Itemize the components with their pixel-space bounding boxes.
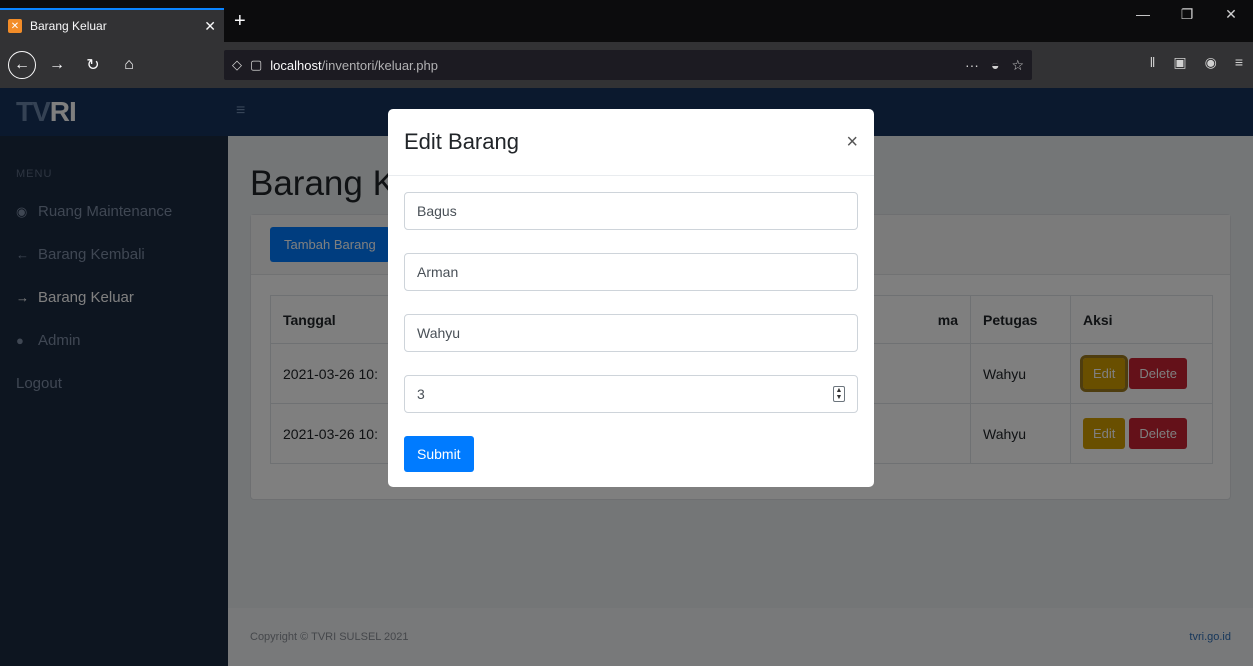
toolbar-right: ‖ ▣ ◉ ≡ — [1150, 54, 1243, 71]
close-icon[interactable]: × — [846, 131, 858, 154]
menu-icon[interactable]: ≡ — [1235, 54, 1243, 71]
page-actions-icon[interactable]: ··· — [965, 57, 979, 74]
url-host: localhost — [270, 57, 322, 73]
window-controls: — ❐ ✕ — [1121, 6, 1253, 23]
reload-icon[interactable]: ↻ — [78, 50, 108, 80]
modal-header: Edit Barang × — [388, 109, 874, 176]
close-tab-icon[interactable]: ✕ — [204, 18, 216, 35]
close-window-icon[interactable]: ✕ — [1209, 6, 1253, 23]
nama-input[interactable]: Bagus — [404, 192, 858, 230]
tab-title: Barang Keluar — [30, 19, 107, 33]
account-icon[interactable]: ◉ — [1205, 54, 1217, 71]
library-icon[interactable]: ‖ — [1150, 54, 1156, 71]
edit-modal: Edit Barang × Bagus Arman Wahyu 3 ▲ ▼ Sub… — [388, 109, 874, 487]
browser-nav-bar: ← → ↻ ⌂ ◇ ▢ localhost/inventori/keluar.p… — [0, 42, 1253, 88]
back-icon[interactable]: ← — [8, 51, 36, 79]
spinner-icon[interactable]: ▲ ▼ — [833, 386, 845, 402]
url-path: /inventori/keluar.php — [321, 57, 438, 73]
restore-icon[interactable]: ❐ — [1165, 6, 1209, 23]
new-tab-button[interactable]: + — [234, 10, 246, 33]
xampp-icon: ✕ — [8, 19, 22, 33]
penerima-input[interactable]: Arman — [404, 253, 858, 291]
petugas-input[interactable]: Wahyu — [404, 314, 858, 352]
browser-tab-bar: ✕ Barang Keluar ✕ + — ❐ ✕ — [0, 0, 1253, 42]
modal-title: Edit Barang — [404, 129, 519, 154]
submit-button[interactable]: Submit — [404, 436, 474, 472]
page: TVRI MENU ◉ Ruang Maintenance ← Barang K… — [0, 88, 1253, 666]
minimize-icon[interactable]: — — [1121, 6, 1165, 23]
sidebar-toggle-icon[interactable]: ▣ — [1173, 54, 1186, 71]
forward-icon[interactable]: → — [42, 50, 72, 80]
home-icon[interactable]: ⌂ — [114, 50, 144, 80]
bookmark-star-icon[interactable]: ☆ — [1011, 57, 1024, 74]
modal-body: Bagus Arman Wahyu 3 ▲ ▼ Submit — [388, 176, 874, 488]
page-icon: ▢ — [250, 57, 263, 72]
quantity-input[interactable]: 3 ▲ ▼ — [404, 375, 858, 413]
url-bar[interactable]: ◇ ▢ localhost/inventori/keluar.php ··· ◒… — [224, 50, 1032, 80]
browser-tab[interactable]: ✕ Barang Keluar ✕ — [0, 8, 224, 42]
pocket-icon[interactable]: ◒ — [991, 57, 999, 74]
shield-icon: ◇ — [232, 57, 242, 72]
